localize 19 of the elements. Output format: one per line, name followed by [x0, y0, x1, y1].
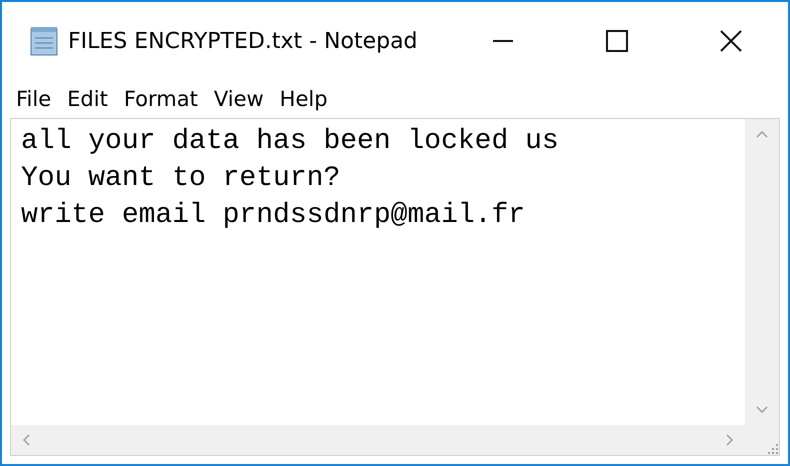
resize-grip-icon[interactable]	[765, 441, 779, 455]
menu-item[interactable]: Format	[124, 87, 198, 111]
menu-item[interactable]: View	[214, 87, 264, 111]
maximize-icon	[606, 30, 628, 52]
text-line: all your data has been locked us	[21, 125, 560, 159]
scroll-left-icon[interactable]	[21, 433, 31, 447]
scroll-up-icon[interactable]	[755, 129, 769, 139]
minimize-icon	[492, 40, 514, 42]
menu-item[interactable]: Edit	[67, 87, 108, 111]
horizontal-scrollbar[interactable]	[11, 425, 745, 455]
scroll-right-icon[interactable]	[725, 433, 735, 447]
text-line: write email prndssdnrp@mail.fr	[21, 199, 526, 233]
vertical-scrollbar[interactable]	[745, 119, 779, 425]
window-title: FILES ENCRYPTED.txt - Notepad	[68, 28, 418, 54]
menu-item[interactable]: File	[16, 87, 52, 111]
scroll-down-icon[interactable]	[755, 405, 769, 415]
menu-item[interactable]: Help	[280, 87, 328, 111]
text-line: You want to return?	[21, 162, 342, 196]
close-icon	[719, 29, 743, 53]
